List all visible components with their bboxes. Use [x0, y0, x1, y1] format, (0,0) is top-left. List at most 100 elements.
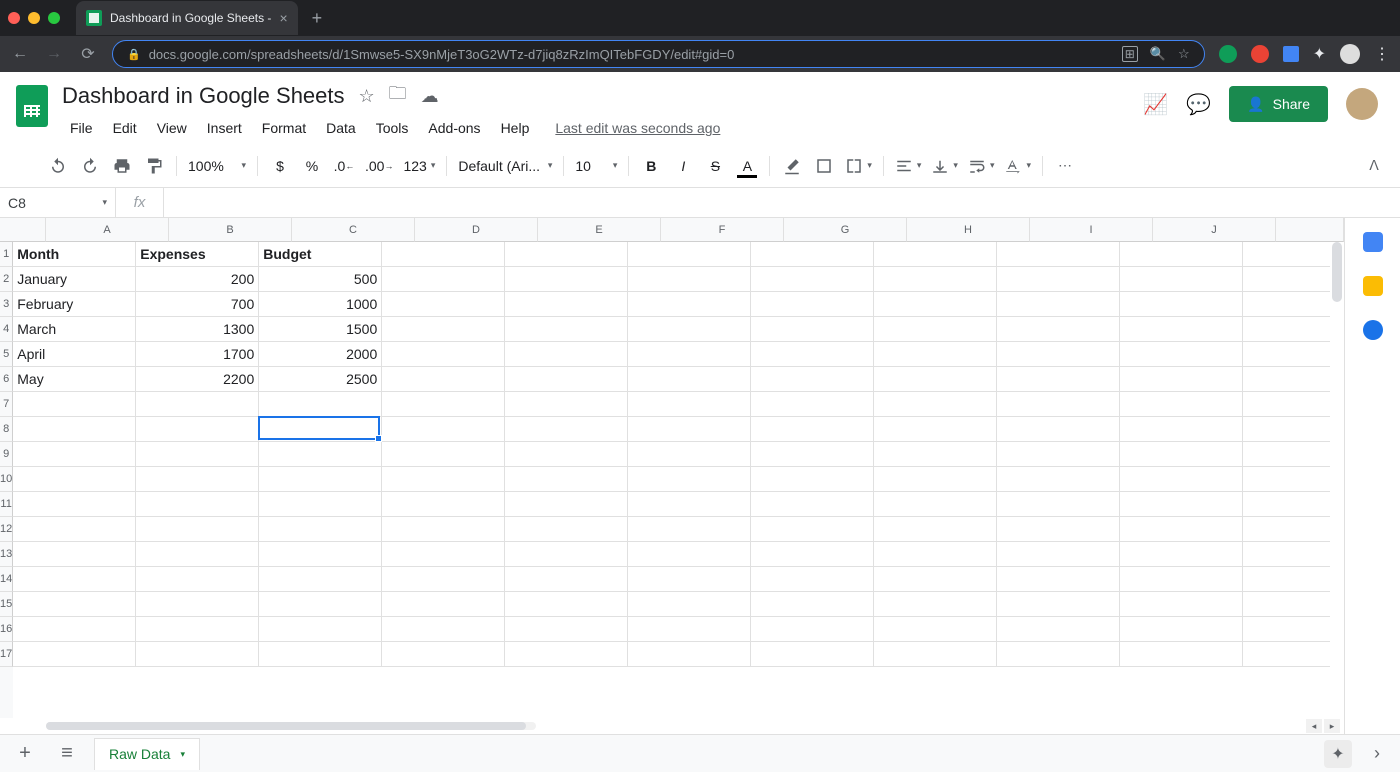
cell[interactable]: [505, 517, 628, 542]
cell[interactable]: [136, 517, 259, 542]
cell[interactable]: [628, 467, 751, 492]
cell[interactable]: [997, 542, 1120, 567]
column-header[interactable]: [1276, 218, 1344, 242]
cell[interactable]: [997, 367, 1120, 392]
row-header[interactable]: 16: [0, 617, 13, 642]
tasks-icon[interactable]: [1363, 320, 1383, 340]
format-percent-button[interactable]: %: [298, 152, 326, 180]
cell[interactable]: [136, 492, 259, 517]
account-avatar[interactable]: [1346, 88, 1378, 120]
more-formats-button[interactable]: 123: [400, 152, 438, 180]
cell[interactable]: [1243, 567, 1344, 592]
last-edit-link[interactable]: Last edit was seconds ago: [555, 120, 720, 136]
name-box[interactable]: C8: [0, 188, 116, 217]
cell[interactable]: [874, 642, 997, 667]
menu-tools[interactable]: Tools: [368, 116, 417, 140]
cell[interactable]: [1243, 642, 1344, 667]
cell[interactable]: [628, 242, 751, 267]
column-header[interactable]: B: [169, 218, 292, 242]
cell[interactable]: [1243, 542, 1344, 567]
cell[interactable]: [874, 617, 997, 642]
borders-button[interactable]: [810, 152, 838, 180]
cell[interactable]: [505, 492, 628, 517]
sheet-tab-rawdata[interactable]: Raw Data: [94, 738, 200, 770]
cell[interactable]: [751, 442, 874, 467]
cell[interactable]: [13, 417, 136, 442]
cell[interactable]: [751, 542, 874, 567]
cell[interactable]: [1120, 242, 1243, 267]
cell[interactable]: [751, 342, 874, 367]
cell[interactable]: [13, 567, 136, 592]
column-header[interactable]: G: [784, 218, 907, 242]
formula-input[interactable]: [164, 188, 1400, 217]
cell[interactable]: [382, 642, 505, 667]
text-rotation-button[interactable]: [1001, 152, 1034, 180]
cell[interactable]: April: [13, 342, 136, 367]
cell[interactable]: [505, 292, 628, 317]
cell[interactable]: [136, 442, 259, 467]
menu-file[interactable]: File: [62, 116, 101, 140]
cell[interactable]: [259, 567, 382, 592]
cell[interactable]: [382, 567, 505, 592]
cell[interactable]: [259, 517, 382, 542]
document-title[interactable]: Dashboard in Google Sheets: [62, 83, 345, 109]
row-header[interactable]: 13: [0, 542, 13, 567]
cell[interactable]: 2000: [259, 342, 382, 367]
cell[interactable]: [1243, 617, 1344, 642]
cell[interactable]: [382, 467, 505, 492]
window-maximize-icon[interactable]: [48, 12, 60, 24]
cell[interactable]: [874, 367, 997, 392]
cell[interactable]: [1120, 517, 1243, 542]
cell[interactable]: [259, 592, 382, 617]
cell[interactable]: [628, 392, 751, 417]
menu-help[interactable]: Help: [493, 116, 538, 140]
row-header[interactable]: 9: [0, 442, 13, 467]
cell[interactable]: [259, 642, 382, 667]
vertical-scrollbar[interactable]: [1330, 242, 1344, 718]
row-header[interactable]: 14: [0, 567, 13, 592]
extension-icon[interactable]: [1283, 46, 1299, 62]
cell[interactable]: [751, 467, 874, 492]
cell[interactable]: [382, 517, 505, 542]
cell[interactable]: [505, 392, 628, 417]
cell[interactable]: [1120, 442, 1243, 467]
cell[interactable]: 1500: [259, 317, 382, 342]
cell[interactable]: [628, 542, 751, 567]
cell[interactable]: [136, 567, 259, 592]
menu-format[interactable]: Format: [254, 116, 314, 140]
cell[interactable]: [505, 267, 628, 292]
new-tab-button[interactable]: +: [312, 8, 323, 29]
cell[interactable]: [1120, 392, 1243, 417]
cell[interactable]: [1120, 267, 1243, 292]
cell[interactable]: [874, 592, 997, 617]
row-header[interactable]: 12: [0, 517, 13, 542]
cell[interactable]: [997, 417, 1120, 442]
cell[interactable]: [259, 617, 382, 642]
chrome-profile-avatar[interactable]: [1340, 44, 1360, 64]
side-panel-toggle[interactable]: ›: [1364, 743, 1390, 764]
hscroll-left-button[interactable]: ◂: [1306, 719, 1322, 733]
cell[interactable]: [382, 417, 505, 442]
row-header[interactable]: 2: [0, 267, 13, 292]
comments-icon[interactable]: 💬: [1186, 92, 1211, 117]
cell[interactable]: [1120, 367, 1243, 392]
row-header[interactable]: 7: [0, 392, 13, 417]
extension-icon[interactable]: [1251, 45, 1269, 63]
cell[interactable]: [382, 442, 505, 467]
cell[interactable]: [997, 617, 1120, 642]
column-header[interactable]: J: [1153, 218, 1276, 242]
cell[interactable]: [628, 317, 751, 342]
keep-icon[interactable]: [1363, 276, 1383, 296]
cell[interactable]: [13, 392, 136, 417]
column-header[interactable]: F: [661, 218, 784, 242]
cell[interactable]: [1120, 342, 1243, 367]
text-color-button[interactable]: A: [733, 152, 761, 180]
row-header[interactable]: 8: [0, 417, 13, 442]
cell[interactable]: [13, 542, 136, 567]
row-header[interactable]: 6: [0, 367, 13, 392]
collapse-toolbar-button[interactable]: ᐱ: [1360, 152, 1388, 180]
cell[interactable]: [628, 517, 751, 542]
cell[interactable]: [628, 367, 751, 392]
cell[interactable]: [997, 292, 1120, 317]
row-header[interactable]: 4: [0, 317, 13, 342]
